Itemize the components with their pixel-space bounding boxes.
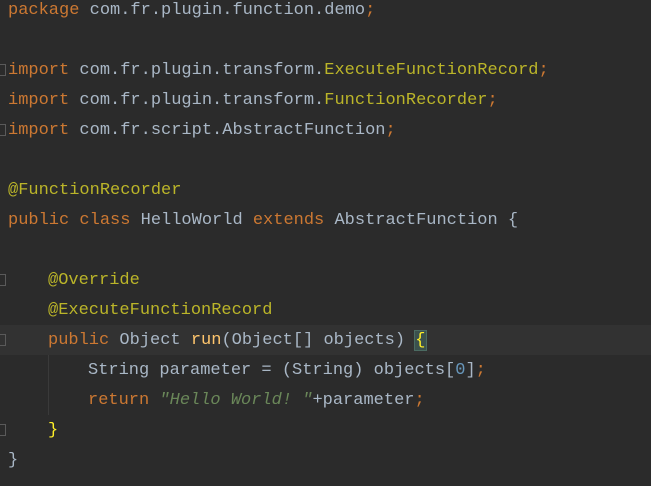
keyword: public (48, 331, 110, 350)
annotation: @Override (48, 271, 140, 290)
matched-brace: } (48, 421, 59, 440)
statement-text: +parameter (312, 391, 415, 410)
fold-marker-icon[interactable] (0, 334, 6, 346)
keyword: import (8, 61, 70, 80)
class-name: HelloWorld (130, 211, 253, 230)
number-literal: 0 (455, 361, 466, 380)
keyword: public class (8, 211, 131, 230)
keyword: import (8, 121, 70, 140)
semicolon: ; (414, 391, 425, 410)
semicolon: ; (385, 121, 396, 140)
fold-marker-icon[interactable] (0, 124, 6, 136)
code-line-annotation[interactable]: @ExecuteFunctionRecord (48, 296, 272, 326)
code-line-package[interactable]: package com.fr.plugin.function.demo; (8, 0, 375, 26)
superclass: AbstractFunction { (324, 211, 519, 230)
import-class: FunctionRecorder (324, 91, 488, 110)
keyword: package (8, 1, 80, 20)
annotation: @FunctionRecorder (8, 181, 182, 200)
fold-marker-icon[interactable] (0, 274, 6, 286)
semicolon: ; (538, 61, 549, 80)
import-path: com.fr.script.AbstractFunction (69, 121, 386, 140)
return-type: Object (109, 331, 191, 350)
code-line-annotation[interactable]: @FunctionRecorder (8, 176, 181, 206)
code-line-import[interactable]: import com.fr.plugin.transform.FunctionR… (8, 86, 498, 116)
statement-text: ] (465, 361, 476, 380)
code-line-annotation[interactable]: @Override (48, 266, 140, 296)
statement-text: String parameter = (String) objects[ (88, 361, 456, 380)
semicolon: ; (475, 361, 486, 380)
keyword: extends (252, 211, 325, 230)
import-path: com.fr.plugin.transform. (69, 61, 325, 80)
class-close-brace: } (8, 451, 19, 470)
code-line-statement[interactable]: String parameter = (String) objects[0]; (88, 356, 486, 386)
code-line-method-declaration[interactable]: public Object run(Object[] objects) { (48, 326, 427, 356)
fold-marker-icon[interactable] (0, 424, 6, 436)
matched-brace: { (414, 330, 427, 351)
code-line-close-brace[interactable]: } (8, 446, 18, 476)
code-line-return[interactable]: return "Hello World! "+parameter; (88, 386, 425, 416)
method-params: (Object[] objects) (221, 331, 416, 350)
code-line-close-brace[interactable]: } (48, 416, 58, 446)
import-path: com.fr.plugin.transform. (69, 91, 325, 110)
string-literal: "Hello World! " (159, 391, 313, 410)
code-line-class-declaration[interactable]: public class HelloWorld extends Abstract… (8, 206, 518, 236)
code-line-import[interactable]: import com.fr.script.AbstractFunction; (8, 116, 396, 146)
semicolon: ; (487, 91, 498, 110)
indent-guide (48, 355, 49, 415)
keyword: return (88, 391, 150, 410)
package-name: com.fr.plugin.function.demo (79, 1, 366, 20)
method-name: run (190, 331, 222, 350)
code-editor[interactable]: package com.fr.plugin.function.demo; imp… (0, 0, 651, 486)
keyword: import (8, 91, 70, 110)
import-class: ExecuteFunctionRecord (324, 61, 539, 80)
annotation: @ExecuteFunctionRecord (48, 301, 273, 320)
fold-marker-icon[interactable] (0, 64, 6, 76)
semicolon: ; (365, 1, 376, 20)
code-line-import[interactable]: import com.fr.plugin.transform.ExecuteFu… (8, 56, 549, 86)
